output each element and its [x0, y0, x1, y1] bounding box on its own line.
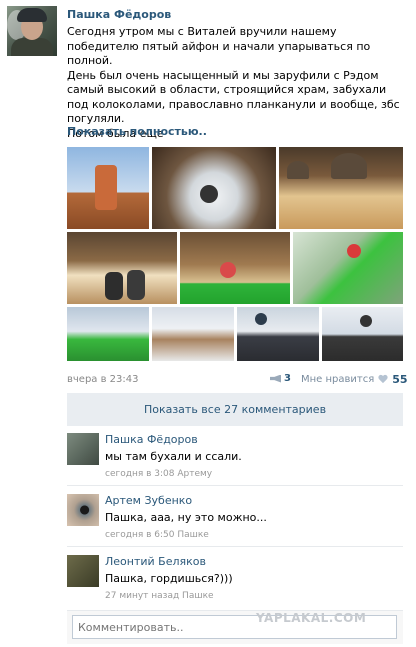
person-shape: [200, 185, 218, 203]
person-shape: [105, 272, 123, 300]
comment-item: Леонтий Беляков Пашка, гордишься?))) 27 …: [67, 555, 403, 603]
like-button[interactable]: Мне нравится 55: [301, 373, 408, 386]
bell-shape: [331, 153, 367, 179]
show-more-link[interactable]: Показать полностью..: [67, 125, 207, 138]
post-author-link[interactable]: Пашка Фёдоров: [67, 8, 171, 21]
head-shape: [360, 315, 372, 327]
megaphone-icon: [270, 374, 281, 383]
photo-8[interactable]: [152, 307, 234, 361]
post-text: Сегодня утром мы с Виталей вручили нашем…: [67, 25, 402, 141]
comment-item: Артем Зубенко Пашка, ааа, ну это можно..…: [67, 494, 403, 542]
like-count: 55: [392, 373, 408, 386]
photo-7[interactable]: [67, 307, 149, 361]
comment-meta[interactable]: сегодня в 6:50 Пашке: [105, 530, 209, 540]
photo-9[interactable]: [237, 307, 319, 361]
post-text-line-1: Сегодня утром мы с Виталей вручили нашем…: [67, 25, 371, 67]
hat-shape: [220, 262, 236, 278]
comment-author-link[interactable]: Леонтий Беляков: [105, 555, 206, 568]
comment-meta[interactable]: 27 минут назад Пашке: [105, 591, 214, 601]
watermark: YAPLAKAL.COM: [256, 611, 367, 625]
share-button[interactable]: 3: [270, 373, 291, 384]
comment-divider: [67, 485, 403, 486]
photo-10[interactable]: [322, 307, 403, 361]
photo-4[interactable]: [67, 232, 177, 304]
bell-shape-2: [287, 161, 309, 179]
comment-author-link[interactable]: Артем Зубенко: [105, 494, 192, 507]
share-count: 3: [284, 373, 291, 384]
like-label: Мне нравится: [301, 374, 375, 385]
comment-author-link[interactable]: Пашка Фёдоров: [105, 433, 198, 446]
church-tower-shape: [95, 165, 117, 210]
photo-1[interactable]: [67, 147, 149, 229]
comment-meta[interactable]: сегодня в 3:08 Артему: [105, 469, 212, 479]
comment-avatar[interactable]: [67, 433, 99, 465]
post-text-line-2: День был очень насыщенный и мы заруфили …: [67, 68, 400, 126]
show-all-comments-button[interactable]: Показать все 27 комментариев: [67, 393, 403, 426]
comment-avatar[interactable]: [67, 494, 99, 526]
head-shape: [255, 313, 267, 325]
post-timestamp[interactable]: вчера в 23:43: [67, 374, 139, 385]
photo-2[interactable]: [152, 147, 276, 229]
avatar-hat: [17, 8, 47, 22]
comment-text: мы там бухали и ссали.: [105, 450, 242, 463]
avatar-body: [11, 38, 53, 56]
photo-3[interactable]: [279, 147, 403, 229]
photo-5[interactable]: [180, 232, 290, 304]
comment-divider: [67, 546, 403, 547]
comment-text: Пашка, ааа, ну это можно...: [105, 511, 267, 524]
photo-6[interactable]: [293, 232, 403, 304]
comment-avatar[interactable]: [67, 555, 99, 587]
comment-item: Пашка Фёдоров мы там бухали и ссали. сег…: [67, 433, 403, 481]
hat-shape: [347, 244, 361, 258]
author-avatar[interactable]: [7, 6, 57, 56]
comment-text: Пашка, гордишься?))): [105, 572, 233, 585]
heart-icon: [378, 375, 388, 384]
person-shape-2: [127, 270, 145, 300]
